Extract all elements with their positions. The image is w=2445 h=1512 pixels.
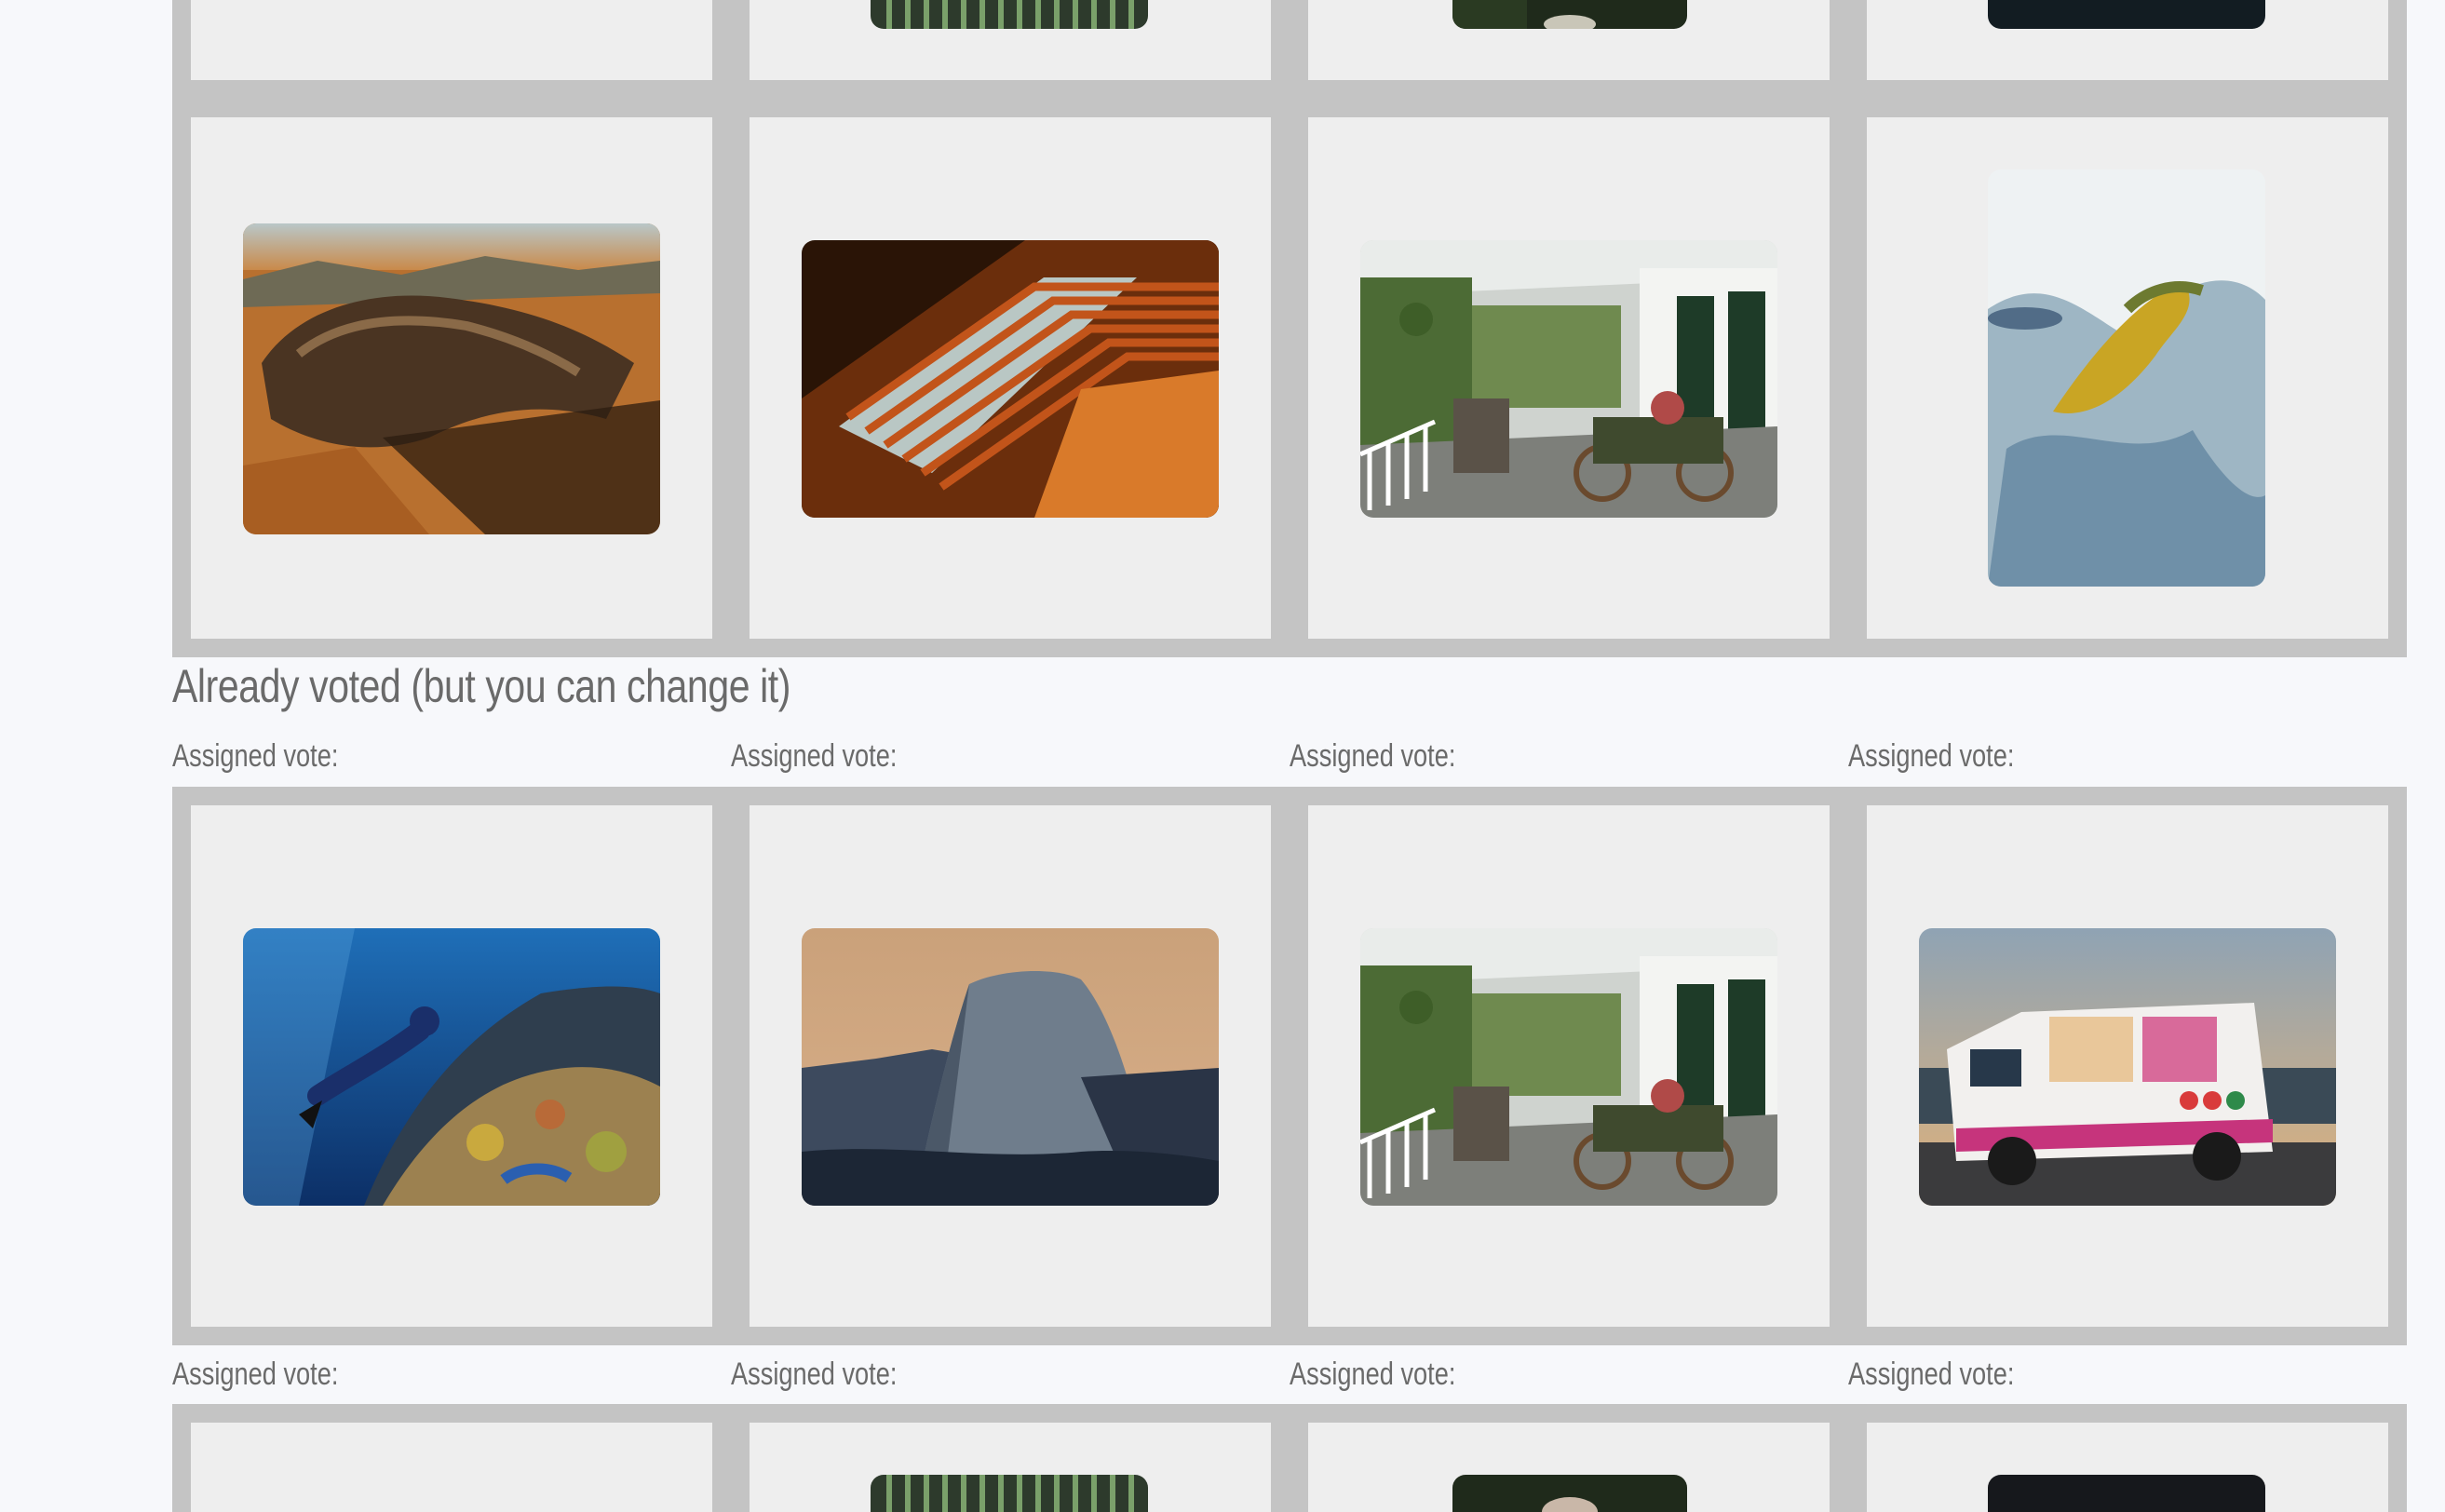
green-hedge-thumbnail[interactable]	[871, 0, 1148, 29]
desert-rocks-thumbnail[interactable]	[243, 223, 660, 534]
assigned-vote-label: Assigned vote:	[731, 738, 898, 774]
dark-thumbnail[interactable]	[1988, 1475, 2265, 1512]
assigned-vote-label: Assigned vote:	[172, 738, 339, 774]
underwater-diver-thumbnail[interactable]	[243, 928, 660, 1206]
image-card[interactable]	[1308, 1423, 1830, 1512]
green-hedge-thumbnail[interactable]	[871, 1475, 1148, 1512]
image-card[interactable]	[750, 805, 1271, 1327]
image-card[interactable]	[750, 117, 1271, 639]
covered-porch-thumbnail[interactable]	[1360, 240, 1777, 518]
image-grid-row	[172, 99, 2407, 657]
image-card[interactable]	[750, 1423, 1271, 1512]
assigned-vote-label: Assigned vote:	[172, 1357, 339, 1392]
image-card[interactable]	[191, 117, 712, 639]
image-card[interactable]	[1308, 805, 1830, 1327]
image-card[interactable]	[1867, 0, 2388, 80]
covered-porch-thumbnail[interactable]	[1360, 928, 1777, 1206]
forest-portrait-thumbnail[interactable]	[1452, 1475, 1687, 1512]
image-grid-partial-bottom	[172, 1404, 2407, 1512]
image-grid-partial-top	[172, 0, 2407, 99]
image-card[interactable]	[1308, 117, 1830, 639]
image-card[interactable]	[191, 0, 712, 80]
dark-thumbnail[interactable]	[1988, 0, 2265, 29]
image-card[interactable]	[1867, 117, 2388, 639]
assigned-vote-label: Assigned vote:	[1848, 1357, 2015, 1392]
assigned-vote-label: Assigned vote:	[1290, 738, 1456, 774]
half-dome-thumbnail[interactable]	[802, 928, 1219, 1206]
image-card[interactable]	[191, 1423, 712, 1512]
assigned-vote-label: Assigned vote:	[1848, 738, 2015, 774]
assigned-vote-label: Assigned vote:	[1290, 1357, 1456, 1392]
image-card[interactable]	[1867, 1423, 2388, 1512]
ice-cream-van-thumbnail[interactable]	[1919, 928, 2336, 1206]
section-heading-already-voted: Already voted (but you can change it)	[172, 660, 791, 712]
image-card[interactable]	[1867, 805, 2388, 1327]
image-card[interactable]	[1308, 0, 1830, 80]
forest-thumbnail[interactable]	[1452, 0, 1687, 29]
orange-staircase-thumbnail[interactable]	[802, 240, 1219, 518]
image-card[interactable]	[191, 805, 712, 1327]
abstract-art-thumbnail[interactable]	[1988, 169, 2265, 587]
assigned-vote-label: Assigned vote:	[731, 1357, 898, 1392]
voted-image-grid	[172, 787, 2407, 1345]
image-card[interactable]	[750, 0, 1271, 80]
